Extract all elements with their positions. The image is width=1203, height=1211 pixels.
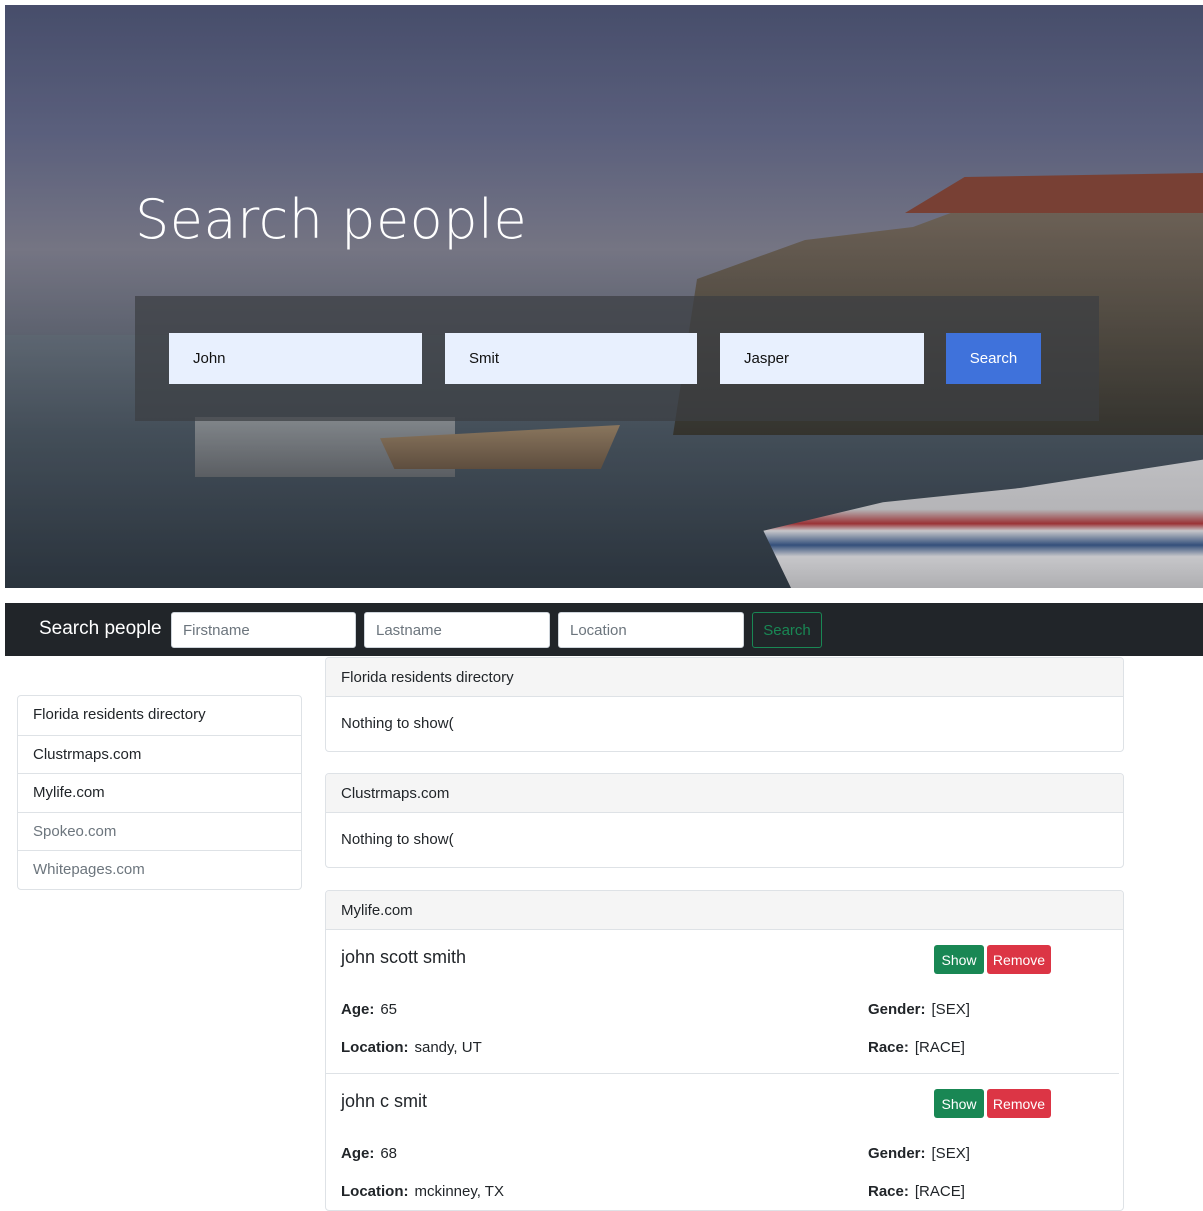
gender-label: Gender:: [868, 1001, 926, 1018]
navbar-location-input[interactable]: [558, 612, 744, 648]
results-card-clustrmaps: Clustrmaps.com Nothing to show(: [325, 773, 1124, 868]
sidebar-item-mylife[interactable]: Mylife.com: [18, 773, 301, 812]
navbar-search-button[interactable]: Search: [752, 612, 822, 648]
card-header: Florida residents directory: [326, 658, 1123, 697]
navbar: Search people Search: [5, 603, 1203, 656]
card-header: Mylife.com: [326, 891, 1123, 930]
gender-value: [SEX]: [931, 1001, 970, 1018]
location-label: Location:: [341, 1183, 409, 1200]
age-label: Age:: [341, 1001, 375, 1018]
race-field: Race: [RACE]: [868, 1039, 965, 1056]
race-label: Race:: [868, 1183, 909, 1200]
age-value: 68: [380, 1145, 398, 1162]
location-label: Location:: [341, 1039, 409, 1056]
navbar-brand[interactable]: Search people: [39, 618, 162, 640]
location-field: Location: mckinney, TX: [341, 1183, 504, 1200]
show-button[interactable]: Show: [934, 1089, 984, 1118]
hero-lastname-input[interactable]: [445, 333, 697, 384]
empty-message: Nothing to show(: [341, 715, 454, 732]
remove-button[interactable]: Remove: [987, 1089, 1051, 1118]
card-header: Clustrmaps.com: [326, 774, 1123, 813]
results-card-florida: Florida residents directory Nothing to s…: [325, 657, 1124, 752]
hero-banner: Search people Search: [5, 5, 1203, 588]
navbar-lastname-input[interactable]: [364, 612, 550, 648]
age-field: Age: 65: [341, 1001, 397, 1018]
age-field: Age: 68: [341, 1145, 397, 1162]
sources-list: Florida residents directory Clustrmaps.c…: [17, 695, 302, 890]
race-label: Race:: [868, 1039, 909, 1056]
sidebar-item-whitepages[interactable]: Whitepages.com: [18, 850, 301, 889]
person-name: john c smit: [341, 1091, 428, 1111]
gender-label: Gender:: [868, 1145, 926, 1162]
hero-title: Search people: [135, 188, 528, 251]
race-value: [RACE]: [914, 1039, 965, 1056]
age-label: Age:: [341, 1145, 375, 1162]
hero-search-panel: Search: [135, 296, 1099, 421]
hero-firstname-input[interactable]: [169, 333, 422, 384]
sidebar-item-clustrmaps[interactable]: Clustrmaps.com: [18, 734, 301, 774]
empty-message: Nothing to show(: [341, 831, 454, 848]
race-value: [RACE]: [914, 1183, 965, 1200]
person-result: john c smit Show Remove Age: 68 Location:…: [326, 1074, 1119, 1210]
remove-button[interactable]: Remove: [987, 945, 1051, 974]
age-value: 65: [380, 1001, 398, 1018]
hero-search-button[interactable]: Search: [946, 333, 1041, 384]
gender-field: Gender: [SEX]: [868, 1145, 970, 1162]
hero-location-input[interactable]: [720, 333, 924, 384]
location-field: Location: sandy, UT: [341, 1039, 482, 1056]
location-value: mckinney, TX: [414, 1183, 504, 1200]
sidebar-item-spokeo[interactable]: Spokeo.com: [18, 811, 301, 851]
race-field: Race: [RACE]: [868, 1183, 965, 1200]
navbar-firstname-input[interactable]: [171, 612, 356, 648]
gender-value: [SEX]: [931, 1145, 970, 1162]
results-card-mylife: Mylife.com john scott smith Show Remove …: [325, 890, 1124, 1211]
person-name: john scott smith: [341, 947, 467, 967]
sidebar-item-florida[interactable]: Florida residents directory: [18, 696, 301, 735]
location-value: sandy, UT: [414, 1039, 482, 1056]
gender-field: Gender: [SEX]: [868, 1001, 970, 1018]
person-result: john scott smith Show Remove Age: 65 Loca…: [326, 930, 1119, 1074]
show-button[interactable]: Show: [934, 945, 984, 974]
